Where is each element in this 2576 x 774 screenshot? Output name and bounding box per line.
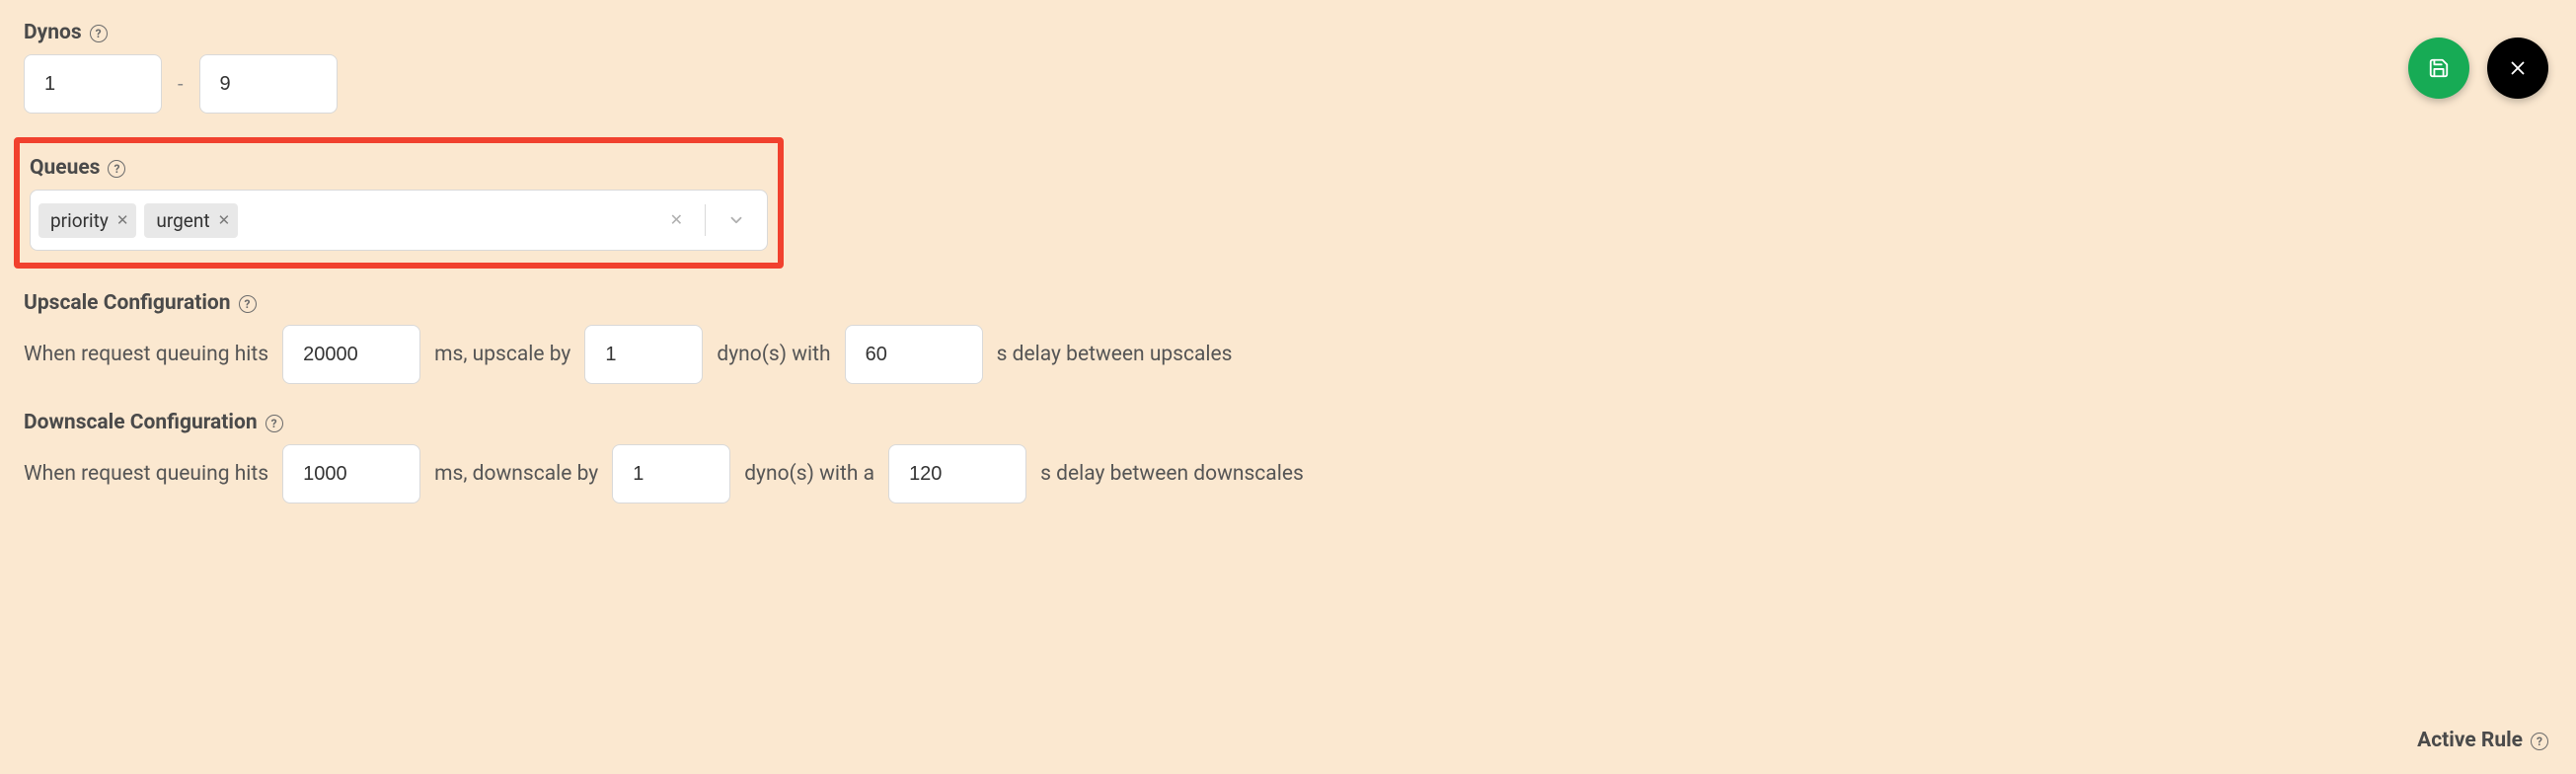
help-icon[interactable] (239, 295, 257, 313)
downscale-label-text: Downscale Configuration (24, 411, 258, 434)
downscale-dynos-input[interactable] (612, 444, 730, 503)
upscale-unit3-text: s delay between upscales (997, 343, 1233, 366)
cancel-button[interactable] (2487, 38, 2548, 99)
remove-tag-icon[interactable]: ✕ (116, 213, 129, 228)
upscale-label-text: Upscale Configuration (24, 291, 231, 315)
clear-all-icon[interactable]: ✕ (656, 212, 697, 228)
downscale-prefix-text: When request queuing hits (24, 462, 268, 486)
active-rule-label: Active Rule (2417, 729, 2548, 752)
dynos-min-input[interactable] (24, 54, 162, 114)
close-icon (2507, 57, 2529, 79)
chevron-down-icon (727, 211, 745, 229)
queues-multiselect[interactable]: priority ✕ urgent ✕ ✕ (30, 190, 768, 251)
active-rule-text: Active Rule (2417, 729, 2523, 752)
upscale-prefix-text: When request queuing hits (24, 343, 268, 366)
downscale-label: Downscale Configuration (24, 411, 283, 434)
upscale-unit2-text: dyno(s) with (717, 343, 830, 366)
help-icon[interactable] (2531, 733, 2548, 750)
save-icon (2428, 57, 2450, 79)
upscale-threshold-input[interactable] (282, 325, 420, 384)
queue-tag-label: urgent (156, 209, 209, 232)
downscale-unit2-text: dyno(s) with a (744, 462, 874, 486)
help-icon[interactable] (90, 25, 108, 42)
downscale-unit3-text: s delay between downscales (1040, 462, 1304, 486)
queues-label-text: Queues (30, 156, 100, 180)
queues-label: Queues (30, 156, 125, 180)
remove-tag-icon[interactable]: ✕ (218, 213, 231, 228)
range-dash: - (178, 72, 184, 96)
queue-tag: urgent ✕ (144, 203, 238, 238)
dropdown-toggle[interactable] (714, 211, 759, 229)
upscale-unit1-text: ms, upscale by (434, 343, 570, 366)
downscale-delay-input[interactable] (888, 444, 1026, 503)
dynos-max-input[interactable] (199, 54, 338, 114)
separator (705, 204, 706, 236)
queue-tag: priority ✕ (38, 203, 136, 238)
queue-tag-label: priority (50, 209, 109, 232)
dynos-label-text: Dynos (24, 21, 82, 44)
dynos-label: Dynos (24, 21, 108, 44)
help-icon[interactable] (108, 160, 125, 178)
upscale-dynos-input[interactable] (584, 325, 703, 384)
upscale-delay-input[interactable] (845, 325, 983, 384)
queues-block: Queues priority ✕ urgent ✕ ✕ (14, 137, 784, 269)
downscale-threshold-input[interactable] (282, 444, 420, 503)
save-button[interactable] (2408, 38, 2469, 99)
help-icon[interactable] (265, 415, 283, 432)
downscale-unit1-text: ms, downscale by (434, 462, 598, 486)
upscale-label: Upscale Configuration (24, 291, 257, 315)
